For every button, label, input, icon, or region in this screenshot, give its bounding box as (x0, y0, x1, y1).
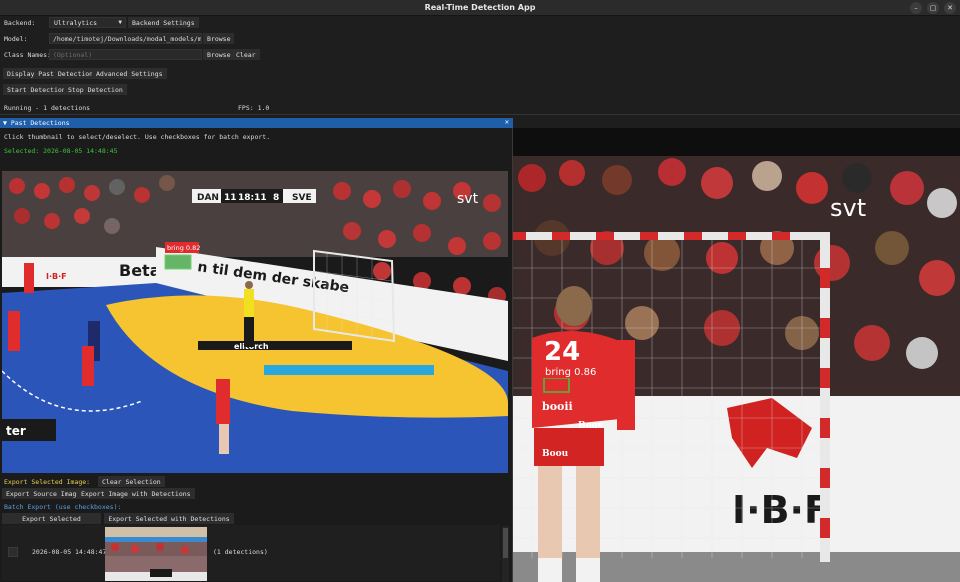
shorts-text: Boou (542, 449, 569, 459)
feed-image: svt I·B·F 24 booii Boos Boou bring 0.86 (512, 128, 960, 582)
export-selected-image-label: Export Selected Image: (4, 478, 91, 486)
score-away-goals: 8 (273, 193, 279, 203)
list-item[interactable]: 2026-08-05 14:48:47 (1 detections) (2, 525, 500, 581)
score-home-goals: 11 (224, 193, 237, 203)
close-icon[interactable]: ✕ (505, 118, 509, 126)
status-text: Running - 1 detections (4, 104, 91, 112)
jersey-number: 24 (544, 337, 580, 367)
chevron-down-icon: ▼ (118, 19, 122, 26)
stop-detection-button[interactable]: Stop Detection (64, 84, 127, 95)
ad-sponsor-small: I·B·F (46, 272, 67, 281)
jersey-text-1: booii (542, 400, 573, 413)
row-detection-count: (1 detections) (213, 548, 268, 556)
class-clear-button[interactable]: Clear (232, 49, 260, 60)
backend-settings-button[interactable]: Backend Settings (128, 17, 199, 28)
past-detections-panel: ▼ Past Detections ✕ Click thumbnail to s… (0, 118, 513, 582)
video-feed: svt I·B·F 24 booii Boos Boou bring 0.86 (512, 128, 960, 582)
export-source-image-button[interactable]: Export Source Image (2, 488, 85, 499)
model-label: Model: (4, 35, 28, 43)
title-bar: Real-Time Detection App – ▢ ✕ (0, 0, 960, 16)
row-timestamp: 2026-08-05 14:48:47 (32, 548, 107, 556)
export-selected-with-detections-button[interactable]: Export Selected with Detections (104, 513, 234, 524)
advanced-settings-button[interactable]: Advanced Settings (92, 68, 167, 79)
score-clock: 18:11 (238, 193, 267, 203)
divider (0, 114, 960, 115)
thumbnail-preview: DAN 11 18:11 8 SVE svt Betan I·B·F n til… (2, 171, 508, 473)
panel-header: ▼ Past Detections ✕ (0, 118, 513, 128)
export-image-with-detections-button[interactable]: Export Image with Detections (77, 488, 195, 499)
score-away: SVE (292, 193, 312, 203)
window-title: Real-Time Detection App (424, 3, 536, 12)
backend-label: Backend: (4, 19, 36, 27)
panel-hint: Click thumbnail to select/deselect. Use … (4, 133, 271, 141)
backend-select[interactable]: Ultralytics ▼ (49, 17, 126, 28)
thumb-detection-box (164, 254, 192, 270)
class-names-label: Class Names: (4, 51, 51, 59)
thumb-detection-label: bring 0.82 (167, 244, 200, 252)
model-browse-button[interactable]: Browse (203, 33, 235, 44)
export-selected-button[interactable]: Export Selected (2, 513, 101, 524)
broadcaster-logo: svt (830, 194, 866, 222)
clear-selection-button[interactable]: Clear Selection (98, 476, 165, 487)
thumb-broadcaster: svt (457, 191, 479, 207)
panel-title: ▼ Past Detections (3, 119, 70, 127)
start-detection-button[interactable]: Start Detection (3, 84, 70, 95)
model-path-field[interactable]: /home/timotej/Downloads/modal_models/mod… (49, 33, 202, 44)
maximize-button[interactable]: ▢ (927, 2, 939, 14)
backend-value: Ultralytics (54, 19, 98, 27)
fps-text: FPS: 1.0 (238, 104, 270, 112)
class-browse-button[interactable]: Browse (203, 49, 235, 60)
batch-export-label: Batch Export (use checkboxes): (4, 503, 122, 511)
close-button[interactable]: ✕ (944, 2, 956, 14)
detection-label: bring 0.86 (545, 367, 596, 378)
jersey-text-2: Boos (578, 421, 603, 431)
selected-detection-image[interactable]: DAN 11 18:11 8 SVE svt Betan I·B·F n til… (2, 171, 508, 473)
row-thumbnail[interactable] (105, 527, 207, 581)
score-home: DAN (197, 193, 219, 203)
minimize-button[interactable]: – (910, 2, 922, 14)
selected-label: Selected: 2026-08-05 14:48:45 (4, 147, 118, 155)
scrollbar-thumb[interactable] (503, 528, 508, 558)
display-past-detections-button[interactable]: Display Past Detections (3, 68, 102, 79)
row-checkbox[interactable] (8, 547, 18, 557)
row-thumbnail-image (105, 527, 207, 581)
ad-board-sponsor: I·B·F (732, 488, 830, 532)
ad-board-left: ter (6, 424, 26, 438)
class-names-field[interactable]: (Optional) (49, 49, 202, 60)
